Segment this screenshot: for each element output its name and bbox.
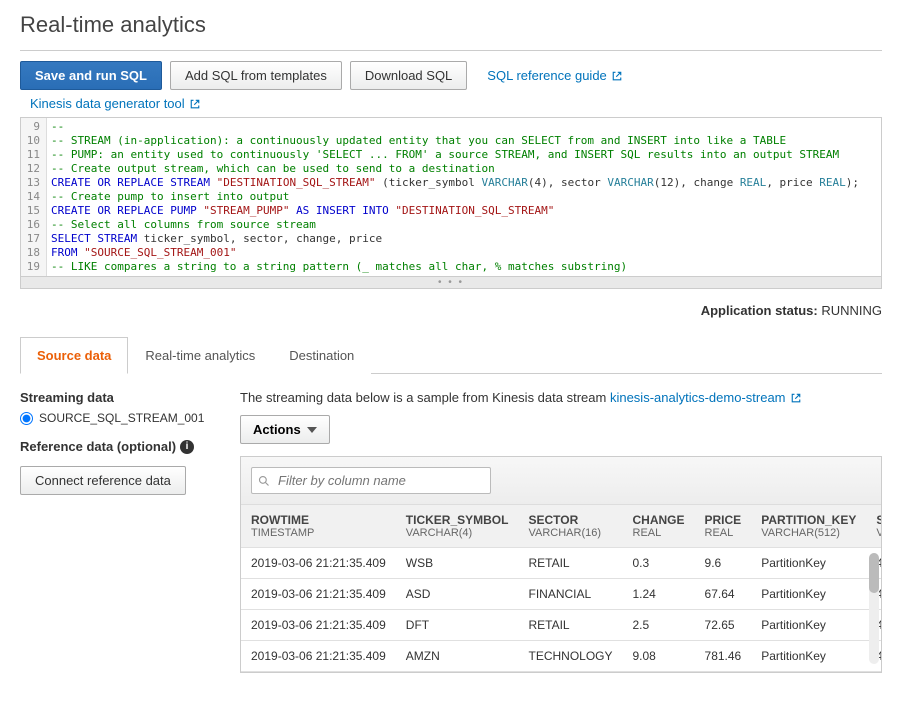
table-cell: RETAIL bbox=[518, 548, 622, 579]
toolbar: Save and run SQL Add SQL from templates … bbox=[20, 61, 882, 90]
data-table-panel: ROWTIMETIMESTAMPTICKER_SYMBOLVARCHAR(4)S… bbox=[240, 456, 882, 673]
demo-stream-link[interactable]: kinesis-analytics-demo-stream bbox=[610, 390, 802, 405]
table-row[interactable]: 2019-03-06 21:21:35.409ASDFINANCIAL1.246… bbox=[241, 579, 881, 610]
source-stream-name: SOURCE_SQL_STREAM_001 bbox=[39, 411, 204, 425]
status-label: Application status: bbox=[701, 303, 818, 318]
streaming-data-heading: Streaming data bbox=[20, 390, 216, 405]
main-panel: The streaming data below is a sample fro… bbox=[240, 390, 882, 673]
table-scroll[interactable]: ROWTIMETIMESTAMPTICKER_SYMBOLVARCHAR(4)S… bbox=[241, 505, 881, 672]
column-header[interactable]: PRICEREAL bbox=[695, 505, 752, 548]
table-row[interactable]: 2019-03-06 21:21:35.409WSBRETAIL0.39.6Pa… bbox=[241, 548, 881, 579]
table-cell: FINANCIAL bbox=[518, 579, 622, 610]
save-and-run-button[interactable]: Save and run SQL bbox=[20, 61, 162, 90]
table-cell: 1.24 bbox=[623, 579, 695, 610]
source-stream-radio-input[interactable] bbox=[20, 412, 33, 425]
reference-data-heading: Reference data (optional) i bbox=[20, 439, 216, 454]
table-cell: 2019-03-06 21:21:35.409 bbox=[241, 579, 396, 610]
tab-dest[interactable]: Destination bbox=[272, 337, 371, 374]
page-title: Real-time analytics bbox=[20, 12, 882, 38]
table-cell: PartitionKey bbox=[751, 610, 866, 641]
side-panel: Streaming data SOURCE_SQL_STREAM_001 Ref… bbox=[20, 390, 216, 673]
table-cell: 72.65 bbox=[695, 610, 752, 641]
data-table: ROWTIMETIMESTAMPTICKER_SYMBOLVARCHAR(4)S… bbox=[241, 505, 881, 672]
table-cell: 2019-03-06 21:21:35.409 bbox=[241, 610, 396, 641]
actions-label: Actions bbox=[253, 422, 301, 437]
source-stream-radio[interactable]: SOURCE_SQL_STREAM_001 bbox=[20, 411, 216, 425]
search-icon bbox=[258, 475, 270, 487]
editor-gutter: 9101112131415161718192021 bbox=[21, 118, 47, 276]
download-sql-button[interactable]: Download SQL bbox=[350, 61, 467, 90]
sql-reference-label: SQL reference guide bbox=[487, 68, 606, 83]
table-cell: PartitionKey bbox=[751, 579, 866, 610]
connect-reference-data-button[interactable]: Connect reference data bbox=[20, 466, 186, 495]
external-link-icon bbox=[790, 392, 802, 404]
column-header[interactable]: PARTITION_KEYVARCHAR(512) bbox=[751, 505, 866, 548]
table-cell: RETAIL bbox=[518, 610, 622, 641]
scrollbar-thumb[interactable] bbox=[869, 553, 879, 593]
sql-reference-link[interactable]: SQL reference guide bbox=[487, 68, 622, 83]
table-cell: WSB bbox=[396, 548, 519, 579]
filter-input[interactable] bbox=[251, 467, 491, 494]
status-value: RUNNING bbox=[821, 303, 882, 318]
table-cell: 781.46 bbox=[695, 641, 752, 672]
tab-source[interactable]: Source data bbox=[20, 337, 128, 374]
table-cell: 67.64 bbox=[695, 579, 752, 610]
column-header[interactable]: CHANGEREAL bbox=[623, 505, 695, 548]
table-cell: PartitionKey bbox=[751, 641, 866, 672]
tabs: Source dataReal-time analyticsDestinatio… bbox=[20, 336, 882, 374]
add-sql-templates-button[interactable]: Add SQL from templates bbox=[170, 61, 342, 90]
column-header[interactable]: ROWTIMETIMESTAMP bbox=[241, 505, 396, 548]
table-cell: 9.6 bbox=[695, 548, 752, 579]
external-link-icon bbox=[189, 98, 201, 110]
table-row[interactable]: 2019-03-06 21:21:35.409AMZNTECHNOLOGY9.0… bbox=[241, 641, 881, 672]
demo-stream-label: kinesis-analytics-demo-stream bbox=[610, 390, 786, 405]
application-status: Application status: RUNNING bbox=[20, 303, 882, 318]
table-row[interactable]: 2019-03-06 21:21:35.409DFTRETAIL2.572.65… bbox=[241, 610, 881, 641]
info-icon[interactable]: i bbox=[180, 440, 194, 454]
column-header[interactable]: TICKER_SYMBOLVARCHAR(4) bbox=[396, 505, 519, 548]
table-cell: TECHNOLOGY bbox=[518, 641, 622, 672]
external-link-icon bbox=[611, 70, 623, 82]
kinesis-generator-link[interactable]: Kinesis data generator tool bbox=[30, 96, 201, 111]
column-header[interactable]: SEVA bbox=[866, 505, 881, 548]
actions-dropdown[interactable]: Actions bbox=[240, 415, 330, 444]
editor-resize-handle[interactable]: • • • bbox=[20, 277, 882, 289]
table-cell: 0.3 bbox=[623, 548, 695, 579]
table-cell: AMZN bbox=[396, 641, 519, 672]
reference-data-heading-label: Reference data (optional) bbox=[20, 439, 176, 454]
table-cell: 2019-03-06 21:21:35.409 bbox=[241, 641, 396, 672]
table-cell: 2019-03-06 21:21:35.409 bbox=[241, 548, 396, 579]
table-cell: 9.08 bbox=[623, 641, 695, 672]
table-cell: ASD bbox=[396, 579, 519, 610]
tab-rta[interactable]: Real-time analytics bbox=[128, 337, 272, 374]
kinesis-generator-label: Kinesis data generator tool bbox=[30, 96, 185, 111]
stream-description: The streaming data below is a sample fro… bbox=[240, 390, 882, 405]
chevron-down-icon bbox=[307, 427, 317, 433]
divider bbox=[20, 50, 882, 51]
scrollbar-track[interactable] bbox=[869, 553, 879, 664]
table-cell: PartitionKey bbox=[751, 548, 866, 579]
editor-body[interactable]: ---- STREAM (in-application): a continuo… bbox=[47, 118, 863, 276]
table-cell: 2.5 bbox=[623, 610, 695, 641]
column-header[interactable]: SECTORVARCHAR(16) bbox=[518, 505, 622, 548]
sql-editor[interactable]: 9101112131415161718192021 ---- STREAM (i… bbox=[20, 117, 882, 277]
stream-description-text: The streaming data below is a sample fro… bbox=[240, 390, 610, 405]
table-cell: DFT bbox=[396, 610, 519, 641]
